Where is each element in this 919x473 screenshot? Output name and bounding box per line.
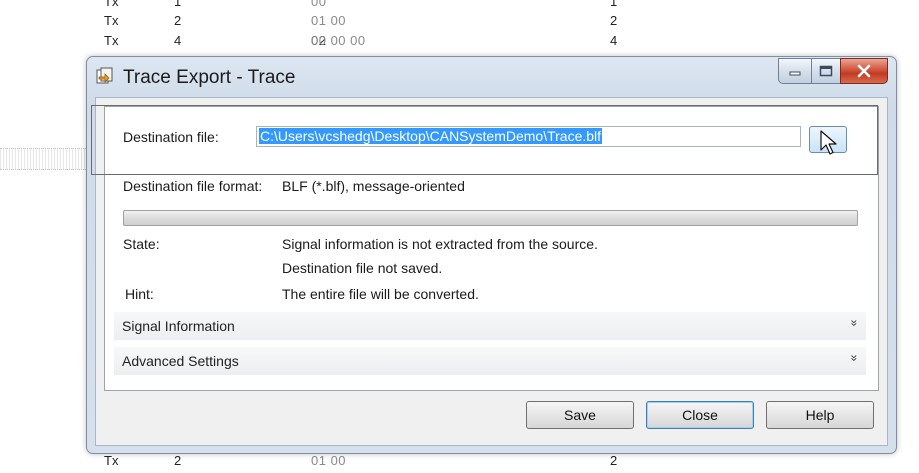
destination-label: Destination file: bbox=[123, 129, 219, 145]
trace-count: 1 bbox=[610, 0, 618, 9]
trace-len: 1 bbox=[174, 0, 182, 9]
trace-dir: Tx bbox=[104, 13, 119, 28]
close-button[interactable]: Close bbox=[646, 401, 754, 429]
hint-label: Hint: bbox=[125, 286, 154, 302]
format-label: Destination file format: bbox=[123, 178, 263, 194]
title-bar[interactable]: Trace Export - Trace bbox=[87, 57, 896, 97]
close-window-button[interactable] bbox=[840, 58, 888, 84]
trace-dir: Tx bbox=[104, 0, 119, 9]
save-button[interactable]: Save bbox=[526, 401, 634, 429]
trace-count: 2 bbox=[610, 13, 618, 28]
signal-information-section[interactable]: Signal Information » bbox=[114, 312, 866, 340]
destination-file-value: C:\Users\vcshedg\Desktop\CANSystemDemo\T… bbox=[259, 128, 603, 144]
window-controls bbox=[778, 58, 888, 84]
trace-len: 2 bbox=[174, 453, 182, 468]
section-title: Signal Information bbox=[122, 318, 235, 334]
window-title: Trace Export - Trace bbox=[123, 67, 296, 88]
mouse-cursor-icon bbox=[820, 130, 837, 155]
state-line-2: Destination file not saved. bbox=[282, 260, 443, 276]
trace-dir: Tx bbox=[104, 33, 119, 48]
trace-row: Tx 2 01 00 2 bbox=[104, 453, 618, 468]
export-progress-bar bbox=[123, 210, 858, 226]
trace-dir: Tx bbox=[104, 453, 119, 468]
trace-len: 2 bbox=[174, 13, 182, 28]
hint-value: The entire file will be converted. bbox=[282, 286, 479, 302]
dialog-client-area: Destination file: C:\Users\vcshedg\Deskt… bbox=[95, 97, 888, 446]
state-line-1: Signal information is not extracted from… bbox=[282, 236, 598, 252]
trace-bytes: 00 00 00 02 bbox=[311, 33, 366, 48]
maximize-button[interactable] bbox=[811, 58, 840, 84]
trace-count: 2 bbox=[610, 453, 618, 468]
expand-chevron-icon: » bbox=[847, 354, 862, 362]
expand-chevron-icon: » bbox=[847, 319, 862, 327]
minimize-icon bbox=[789, 71, 801, 76]
trace-len: 4 bbox=[174, 33, 182, 48]
destination-file-input[interactable]: C:\Users\vcshedg\Desktop\CANSystemDemo\T… bbox=[256, 126, 801, 147]
trace-row: Tx 1 00 1 bbox=[0, 0, 919, 14]
trace-count: 4 bbox=[610, 33, 618, 48]
section-title: Advanced Settings bbox=[122, 353, 239, 369]
trace-row: Tx 4 00 00 00 02 4 bbox=[0, 33, 919, 53]
trace-export-dialog: Trace Export - Trace Destination file: C… bbox=[86, 56, 897, 454]
state-label: State: bbox=[123, 236, 160, 252]
export-icon bbox=[96, 67, 114, 85]
export-settings-panel: Destination file: C:\Users\vcshedg\Deskt… bbox=[104, 106, 879, 391]
format-value: BLF (*.blf), message-oriented bbox=[282, 178, 465, 194]
trace-row: Tx 2 01 00 2 bbox=[104, 13, 618, 28]
maximize-icon bbox=[819, 65, 833, 77]
help-button[interactable]: Help bbox=[766, 401, 874, 429]
minimize-button[interactable] bbox=[778, 58, 811, 84]
browse-button[interactable] bbox=[809, 126, 847, 155]
trace-selection-strip bbox=[0, 148, 86, 170]
close-icon bbox=[857, 64, 871, 78]
advanced-settings-section[interactable]: Advanced Settings » bbox=[114, 347, 866, 375]
